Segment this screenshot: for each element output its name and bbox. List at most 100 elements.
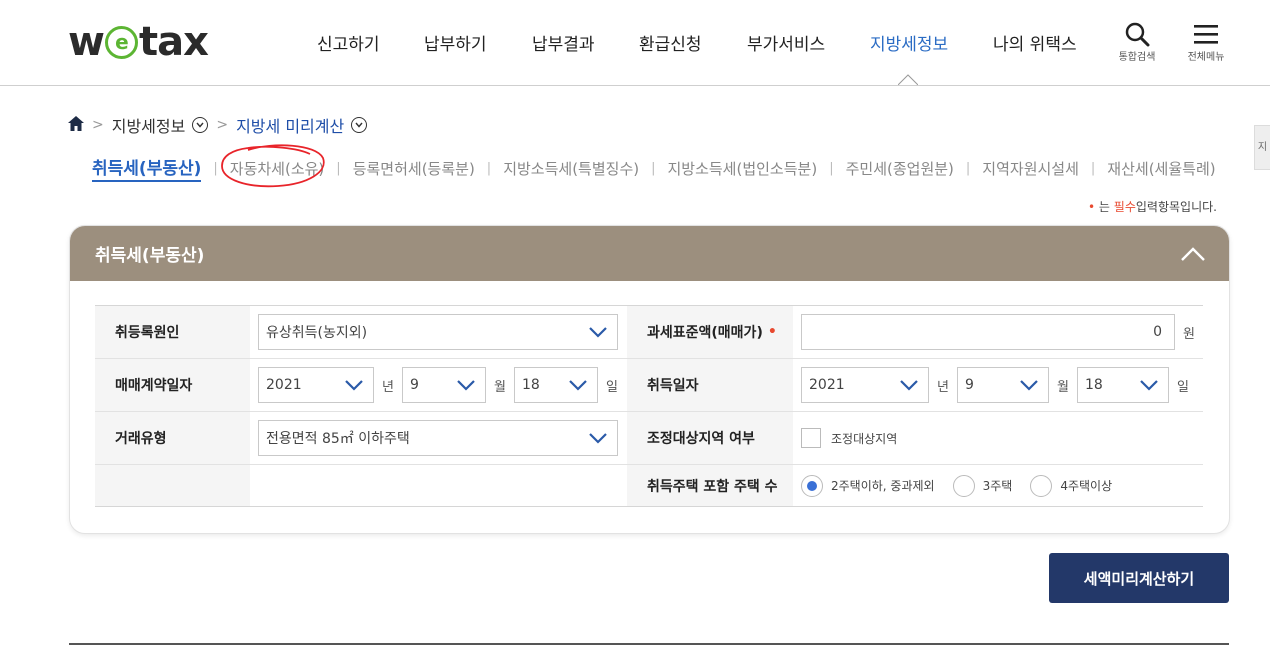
required-note-prefix: 는: [1098, 200, 1110, 214]
nav-pay-result[interactable]: 납부결과: [532, 30, 595, 55]
nav-pay[interactable]: 납부하기: [424, 30, 487, 55]
home-icon[interactable]: [68, 115, 84, 135]
tab-regional-resource-tax[interactable]: 지역자원시설세: [982, 158, 1079, 179]
empty-label-cell: [95, 465, 250, 506]
regulated-area-cell: 조정대상지역: [793, 412, 1203, 464]
tab-resident-tax-employee[interactable]: 주민세(종업원분): [846, 158, 954, 179]
base-amount-label-text: 과세표준액(매매가): [647, 325, 763, 341]
cause-cell: 유상취득(농지외): [250, 306, 627, 358]
trade-type-select[interactable]: 전용면적 85㎡ 이하주택: [258, 420, 618, 456]
tab-divider: |: [213, 160, 218, 176]
house-count-option-3[interactable]: 3주택: [952, 474, 1013, 497]
contract-year-select[interactable]: 2021: [258, 367, 374, 403]
required-dot: •: [1088, 200, 1096, 214]
chevron-down-icon: [589, 327, 607, 338]
nav-local-tax-info[interactable]: 지방세정보: [870, 30, 948, 55]
calc-form: 취등록원인 유상취득(농지외) 과세표준액(매매가) • 0 원 매매계약일자: [95, 305, 1203, 507]
month-unit: 월: [493, 379, 506, 395]
tab-divider: |: [486, 160, 492, 176]
tab-property-tax-special[interactable]: 재산세(세율특례): [1107, 158, 1215, 179]
radio-button[interactable]: [1030, 474, 1053, 497]
acquisition-year-select[interactable]: 2021: [801, 367, 929, 403]
form-row: 취득주택 포함 주택 수 2주택이하, 중과제외 3주택 4주택이상: [95, 465, 1203, 507]
chevron-down-icon: [589, 433, 607, 444]
cause-select-value: 유상취득(농지외): [266, 325, 368, 341]
chevron-down-icon: [900, 380, 918, 391]
base-amount-label: 과세표준액(매매가) •: [627, 306, 793, 358]
year-unit: 년: [937, 379, 949, 395]
house-count-option-label: 3주택: [982, 479, 1013, 493]
tab-divider: |: [651, 160, 656, 176]
breadcrumb-separator: >: [92, 117, 104, 133]
menu-label: 전체메뉴: [1187, 52, 1225, 63]
tab-local-income-tax-withholding[interactable]: 지방소득세(특별징수): [503, 158, 639, 179]
tab-registration-license-tax[interactable]: 등록면허세(등록분): [353, 158, 475, 179]
bottom-divider: [69, 643, 1229, 645]
house-count-option-4-plus[interactable]: 4주택이상: [1030, 474, 1113, 497]
tab-divider: |: [965, 160, 971, 176]
trade-type-label: 거래유형: [95, 412, 250, 464]
contract-month-select[interactable]: 9: [401, 367, 486, 403]
nav-extra-services[interactable]: 부가서비스: [747, 30, 825, 55]
tab-divider: |: [336, 160, 341, 176]
won-unit: 원: [1183, 326, 1195, 342]
house-count-option-2-or-less[interactable]: 2주택이하, 중과제외: [801, 474, 935, 497]
day-unit: 일: [1176, 379, 1189, 395]
tax-type-tabs: 취득세(부동산) | 자동차세(소유) | 등록면허세(등록분) | 지방소득세…: [92, 154, 1216, 182]
acquisition-day-select[interactable]: 18: [1076, 367, 1169, 403]
base-amount-input[interactable]: 0: [801, 314, 1176, 350]
cause-label: 취등록원인: [95, 306, 250, 358]
tab-acquisition-tax[interactable]: 취득세(부동산): [92, 154, 202, 182]
form-row: 취등록원인 유상취득(농지외) 과세표준액(매매가) • 0 원: [95, 306, 1203, 359]
nav-refund[interactable]: 환급신청: [639, 30, 702, 55]
radio-button-selected[interactable]: [801, 474, 823, 497]
house-count-cell: 2주택이하, 중과제외 3주택 4주택이상: [793, 465, 1203, 506]
integrated-search-button[interactable]: 통합검색: [1112, 20, 1162, 63]
chevron-down-icon: [457, 380, 475, 391]
panel-header: 취득세(부동산): [70, 226, 1229, 281]
breadcrumb-separator: >: [216, 117, 229, 133]
calculate-tax-button[interactable]: 세액미리계산하기: [1049, 553, 1229, 603]
hamburger-menu-icon: [1181, 20, 1231, 48]
chevron-down-icon[interactable]: [192, 117, 209, 133]
form-row: 매매계약일자 2021 년 9 월 18 일 취득일자 2021 년 9 월 1…: [95, 359, 1203, 412]
regulated-area-option-label: 조정대상지역: [831, 431, 898, 446]
chevron-down-icon[interactable]: [351, 117, 368, 133]
acquisition-month-select[interactable]: 9: [956, 367, 1049, 403]
contract-day-select[interactable]: 18: [513, 367, 598, 403]
house-count-option-label: 4주택이상: [1060, 479, 1113, 493]
tab-local-income-tax-corporate[interactable]: 지방소득세(법인소득분): [667, 158, 817, 179]
all-menu-button[interactable]: 전체메뉴: [1181, 20, 1231, 63]
trade-type-cell: 전용면적 85㎡ 이하주택: [250, 412, 627, 464]
calc-panel: 취득세(부동산) 취등록원인 유상취득(농지외) 과세표준액(매매가) • 0 …: [69, 225, 1230, 534]
required-dot: •: [767, 324, 777, 340]
cause-select[interactable]: 유상취득(농지외): [258, 314, 618, 350]
acquisition-date-label: 취득일자: [627, 359, 793, 411]
contract-month-value: 9: [409, 377, 419, 393]
breadcrumb-prepay-calc[interactable]: 지방세 미리계산: [236, 113, 344, 137]
nav-my-wetax[interactable]: 나의 위택스: [993, 30, 1077, 55]
collapse-toggle-button[interactable]: [1179, 240, 1207, 268]
tab-divider: |: [1090, 160, 1096, 176]
base-amount-cell: 0 원: [793, 306, 1203, 358]
form-row: 거래유형 전용면적 85㎡ 이하주택 조정대상지역 여부 조정대상지역: [95, 412, 1203, 465]
required-note-must: 필수: [1113, 200, 1136, 214]
chevron-down-icon: [569, 380, 587, 391]
acquisition-year-value: 2021: [809, 377, 845, 393]
contract-day-value: 18: [521, 377, 540, 393]
side-quick-tab[interactable]: 지: [1254, 125, 1270, 170]
wetax-logo[interactable]: w e tax: [68, 18, 209, 66]
breadcrumb: > 지방세정보 > 지방세 미리계산: [68, 113, 368, 137]
contract-year-value: 2021: [266, 377, 302, 393]
nav-report[interactable]: 신고하기: [317, 30, 380, 55]
tab-divider: |: [829, 160, 834, 176]
radio-button[interactable]: [952, 474, 975, 497]
required-note-suffix: 입력항목입니다.: [1135, 200, 1217, 214]
regulated-area-checkbox[interactable]: [801, 428, 821, 448]
tab-vehicle-tax[interactable]: 자동차세(소유): [230, 158, 325, 179]
panel-title: 취득세(부동산): [95, 246, 205, 266]
year-unit: 년: [382, 379, 394, 395]
month-unit: 월: [1056, 379, 1069, 395]
day-unit: 일: [605, 379, 618, 395]
breadcrumb-local-tax-info[interactable]: 지방세정보: [112, 113, 186, 137]
